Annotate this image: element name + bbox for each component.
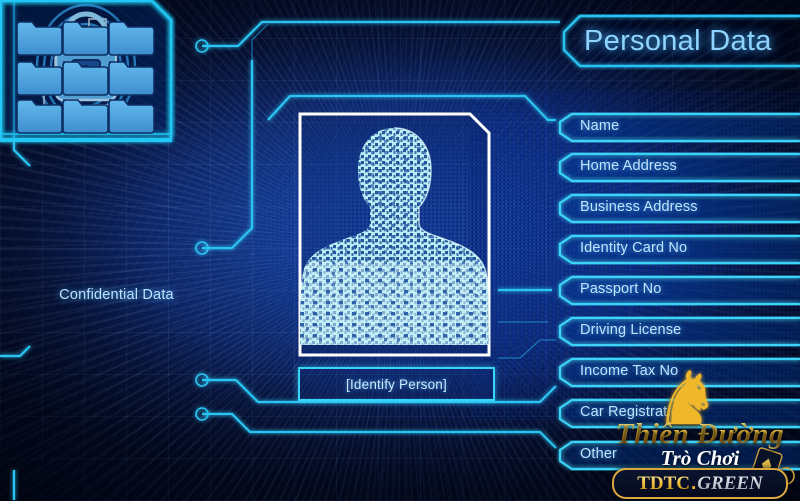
field-row-driving-license[interactable]: Driving License (556, 316, 800, 347)
field-row-other[interactable]: Other (556, 440, 800, 471)
field-label: Identity Card No (580, 240, 688, 256)
person-identification-frame[interactable] (298, 112, 491, 357)
identify-person-label: [Identify Person] (346, 376, 447, 392)
confidential-data-label: Confidential Data (59, 287, 174, 303)
page-title-banner: Personal Data (560, 14, 800, 70)
field-row-business-address[interactable]: Business Address (556, 193, 800, 224)
field-label: Other (580, 446, 618, 462)
field-row-income-tax-no[interactable]: Income Tax No (556, 357, 800, 388)
field-label: Passport No (580, 281, 662, 297)
person-silhouette (298, 112, 491, 357)
page-title: Personal Data (584, 25, 772, 57)
identify-person-button[interactable]: [Identify Person] (298, 367, 495, 401)
field-row-car-registration[interactable]: Car Registration (556, 398, 800, 429)
field-label: Driving License (580, 322, 682, 338)
field-row-name[interactable]: Name (556, 112, 800, 143)
field-label: Income Tax No (580, 363, 679, 379)
field-label: Car Registration (580, 404, 688, 420)
field-label: Home Address (580, 158, 677, 174)
infographic-canvas: Confidential Data [Identify Person] Pers… (0, 0, 800, 501)
field-row-home-address[interactable]: Home Address (556, 152, 800, 183)
field-label: Name (580, 118, 620, 134)
field-label: Business Address (580, 199, 698, 215)
field-row-identity-card-no[interactable]: Identity Card No (556, 234, 800, 265)
folder-grid-icon (16, 21, 155, 134)
field-row-passport-no[interactable]: Passport No (556, 275, 800, 306)
